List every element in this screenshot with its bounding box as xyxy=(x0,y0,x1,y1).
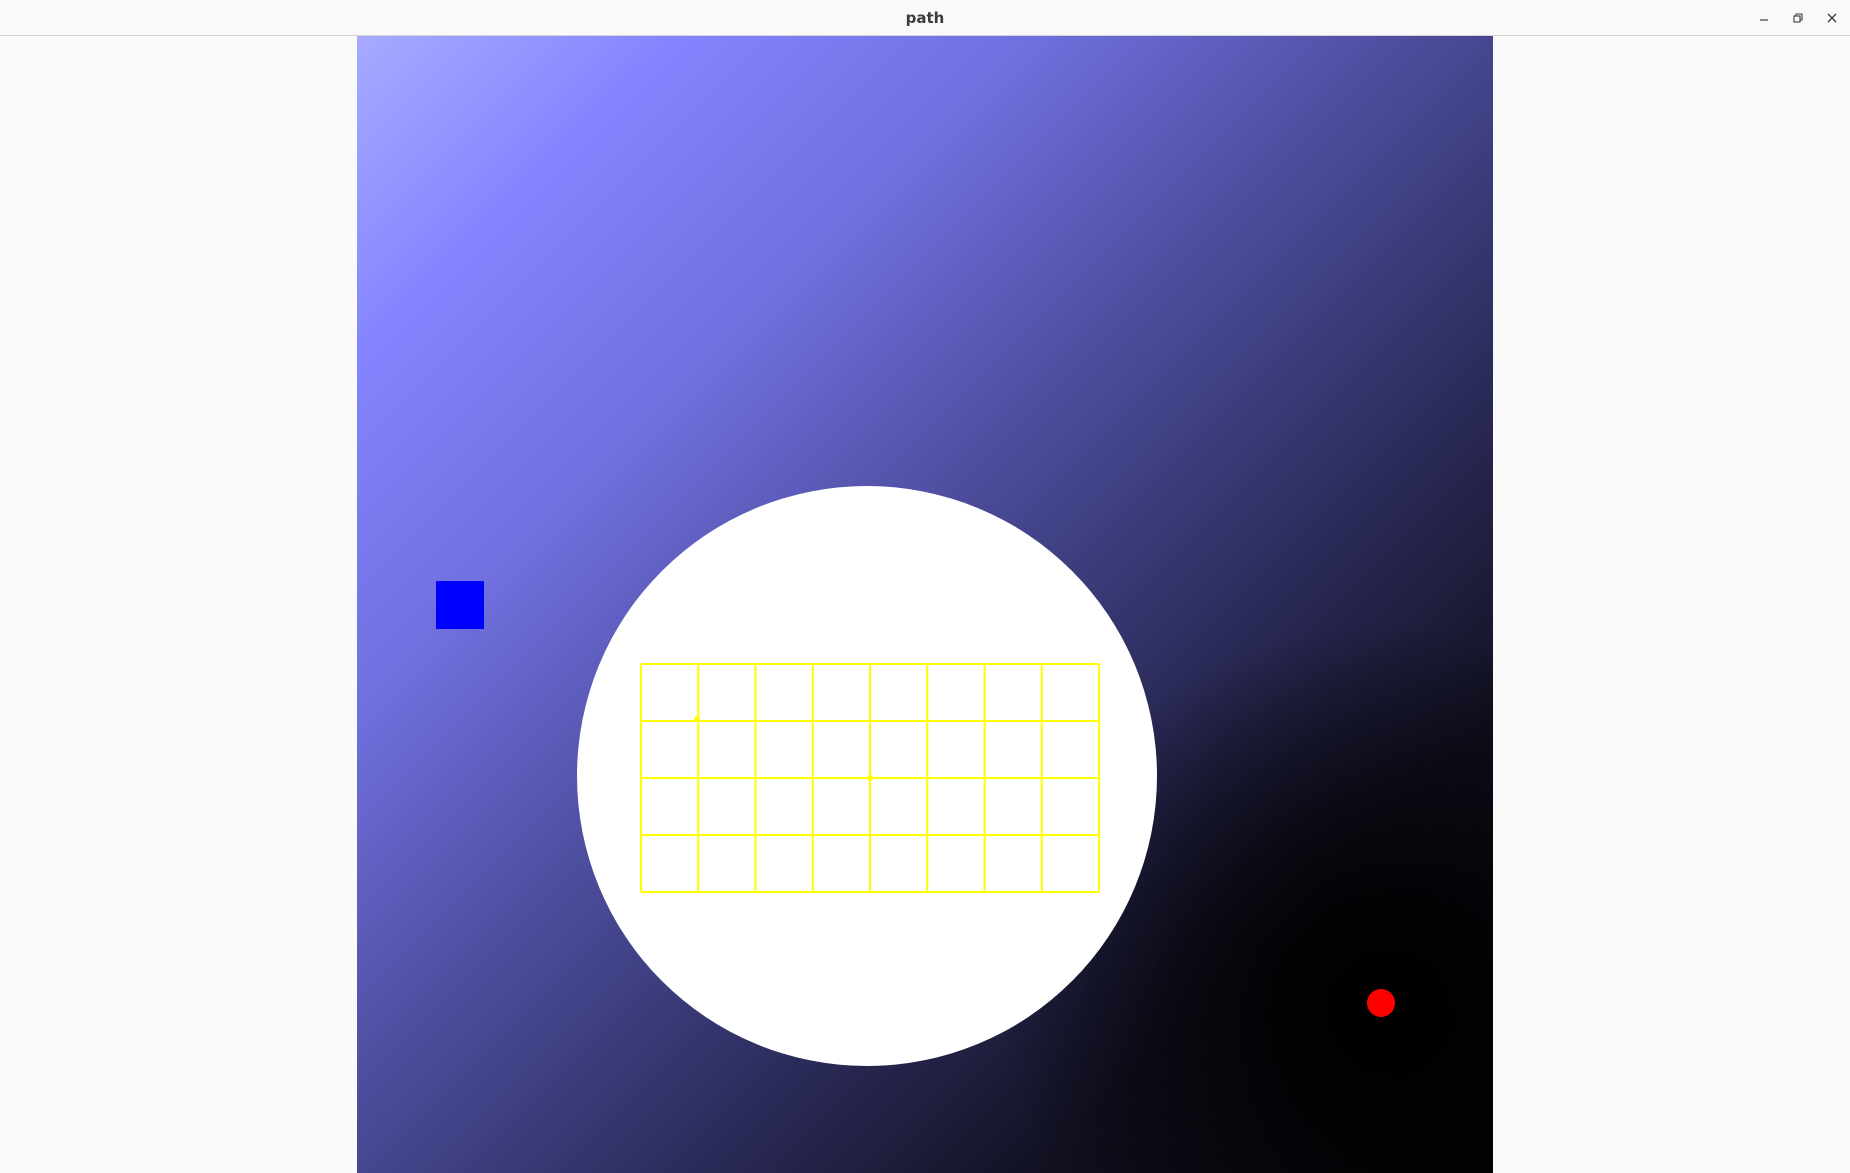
grid-control-point xyxy=(867,775,873,781)
close-icon xyxy=(1827,13,1837,23)
maximize-button[interactable] xyxy=(1786,6,1810,30)
minimize-icon xyxy=(1760,19,1768,21)
window-title: path xyxy=(905,9,945,27)
red-dot xyxy=(1367,989,1395,1017)
render-canvas[interactable] xyxy=(357,36,1493,1173)
grid-control-point xyxy=(694,716,700,722)
maximize-icon xyxy=(1793,13,1803,23)
window-titlebar[interactable]: path xyxy=(0,0,1850,36)
close-button[interactable] xyxy=(1820,6,1844,30)
minimize-button[interactable] xyxy=(1752,6,1776,30)
window-client-area xyxy=(0,36,1850,1173)
yellow-grid xyxy=(640,663,1100,893)
blue-square xyxy=(436,581,484,629)
